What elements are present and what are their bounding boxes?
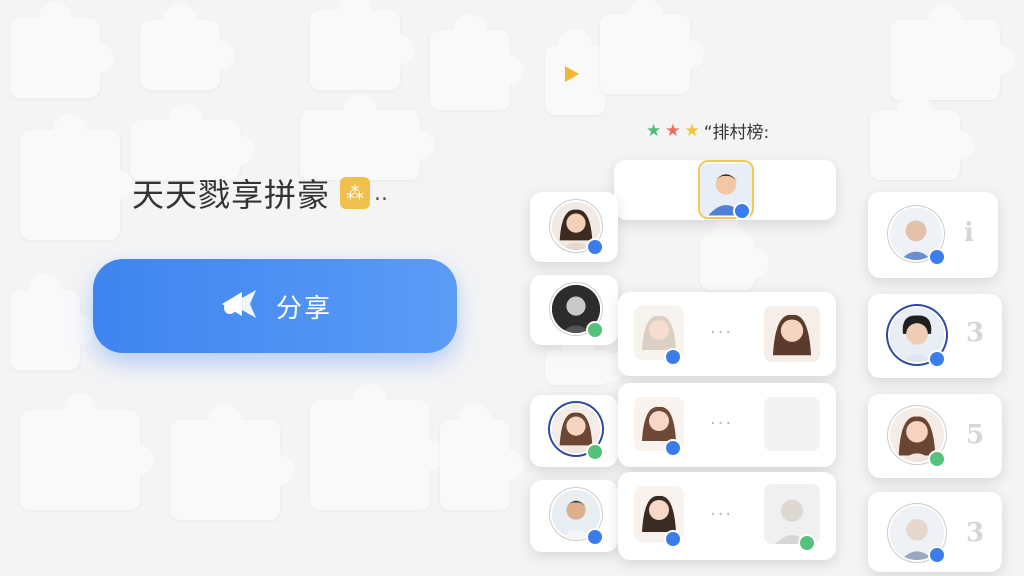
- leaderboard-row[interactable]: [530, 192, 618, 262]
- puzzle-piece: [310, 384, 444, 510]
- puzzle-piece-icon: [764, 397, 820, 451]
- puzzle-piece: [545, 334, 624, 385]
- leaderboard-title: ★ ★ ★ “排村榜:: [646, 118, 770, 144]
- rank-number: 3: [966, 518, 985, 548]
- status-badge: [586, 321, 604, 339]
- star-icon: ★: [684, 120, 700, 141]
- puzzle-piece: [20, 114, 134, 240]
- share-button[interactable]: 分享: [93, 259, 457, 353]
- puzzle-piece: [310, 0, 414, 90]
- leaderboard-row[interactable]: i: [868, 192, 998, 278]
- puzzle-piece: [700, 219, 769, 290]
- puzzle-piece: [890, 4, 1014, 100]
- puzzle-piece: [600, 0, 704, 94]
- avatar: [764, 306, 820, 362]
- rank-number: 5: [966, 420, 985, 450]
- star-icon: ★: [646, 120, 662, 141]
- leaderboard-row[interactable]: ···: [618, 292, 836, 376]
- status-badge: [928, 450, 946, 468]
- leaderboard-row[interactable]: [530, 275, 618, 345]
- leaderboard-row[interactable]: [530, 395, 618, 467]
- status-badge: [664, 439, 682, 457]
- puzzle-piece: [170, 404, 294, 520]
- leaderboard-row[interactable]: ···: [618, 383, 836, 467]
- puzzle-badge-icon: ⁂: [340, 177, 371, 209]
- share-icon: [218, 286, 258, 326]
- status-badge: [798, 534, 816, 552]
- rank-number: 3: [966, 318, 985, 348]
- leaderboard-row[interactable]: ···: [618, 472, 836, 560]
- puzzle-piece: [140, 4, 234, 90]
- puzzle-piece: [20, 394, 154, 510]
- play-icon[interactable]: [562, 64, 582, 88]
- headline: 天天戮享拼豪 ⁂ ..: [132, 170, 388, 216]
- status-badge: [586, 443, 604, 461]
- puzzle-piece: [870, 94, 974, 180]
- leaderboard-top-card[interactable]: [614, 160, 836, 220]
- status-badge: [928, 350, 946, 368]
- leaderboard-title-text: “排村榜:: [703, 123, 770, 143]
- status-badge: [733, 202, 751, 220]
- leaderboard-row[interactable]: 3: [868, 492, 1002, 572]
- status-badge: [664, 530, 682, 548]
- status-badge: [928, 546, 946, 564]
- status-badge: [928, 248, 946, 266]
- puzzle-piece: [10, 2, 114, 98]
- puzzle-piece: [10, 274, 94, 370]
- ellipsis: ···: [710, 504, 734, 525]
- headline-title: 天天戮享拼豪: [132, 176, 331, 214]
- status-badge: [586, 238, 604, 256]
- ellipsis: ···: [710, 413, 734, 434]
- status-badge: [586, 528, 604, 546]
- ellipsis: ···: [710, 322, 734, 343]
- leaderboard-row[interactable]: 3: [868, 294, 1002, 378]
- puzzle-piece: [430, 14, 524, 110]
- share-label: 分享: [275, 293, 332, 324]
- leaderboard-row[interactable]: 5: [868, 394, 1002, 478]
- star-icon: ★: [665, 120, 681, 141]
- puzzle-piece: [440, 404, 524, 510]
- rank-number: i: [964, 218, 974, 248]
- leaderboard-row[interactable]: [530, 480, 618, 552]
- status-badge: [664, 348, 682, 366]
- headline-trailing: ..: [374, 180, 389, 206]
